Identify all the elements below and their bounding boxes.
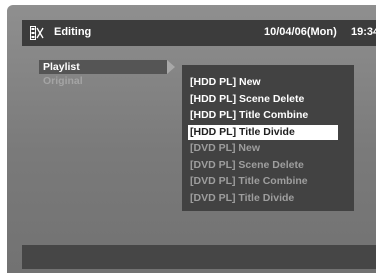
menu-screen: Editing 10/04/06(Mon) 19:34 Playlist Ori… [7,5,376,273]
screen-title: Editing [54,26,92,38]
submenu-item-dvd-title-combine: [DVD PL] Title Combine [190,175,308,187]
chevron-right-icon [167,60,175,74]
footer-bar [22,245,376,269]
header-bar: Editing 10/04/06(Mon) 19:34 [22,20,376,46]
left-menu: Playlist Original [39,60,167,88]
time-display: 19:34 [351,26,376,38]
submenu-item-dvd-title-divide: [DVD PL] Title Divide [190,191,295,204]
menu-item-playlist[interactable]: Playlist [39,60,167,74]
submenu-item-hdd-scene-delete[interactable]: [HDD PL] Scene Delete [188,92,338,107]
submenu-item-hdd-title-divide[interactable]: [HDD PL] Title Divide [188,124,338,140]
submenu-item-hdd-new[interactable]: [HDD PL] New [188,75,338,90]
playlist-submenu: [HDD PL] New [HDD PL] Scene Delete [HDD … [182,65,354,211]
submenu-item-dvd-new: [DVD PL] New [190,142,261,154]
submenu-item-hdd-title-combine[interactable]: [HDD PL] Title Combine [188,108,338,123]
date-display: 10/04/06(Mon) [264,26,337,38]
submenu-item-dvd-scene-delete: [DVD PL] Scene Delete [190,158,304,171]
editing-icon [30,26,44,40]
menu-item-original: Original [43,75,83,87]
